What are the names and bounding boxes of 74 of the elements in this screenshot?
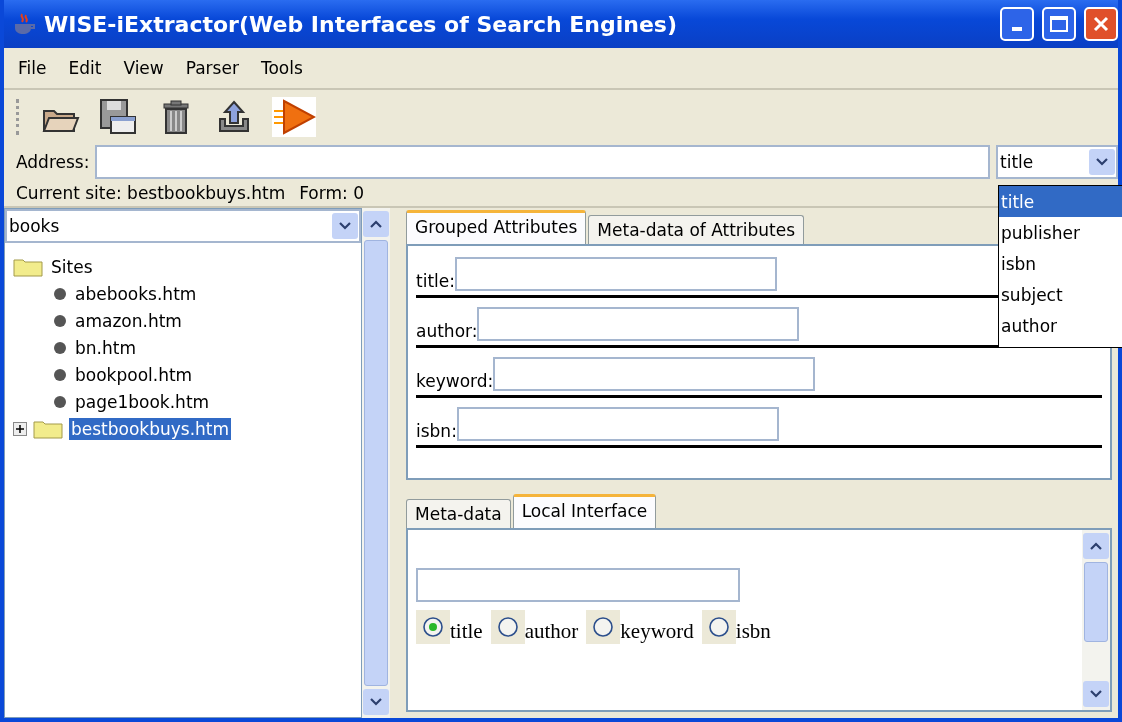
dropdown-option[interactable]: title	[999, 186, 1122, 217]
bullet-icon	[53, 286, 67, 301]
status-text: Current site: bestbookbuys.htm	[16, 183, 286, 203]
window-title: WISE-iExtractor(Web Interfaces of Search Engines)	[44, 11, 677, 37]
address-label: Address:	[16, 152, 90, 172]
menu-item[interactable]: File	[18, 58, 47, 78]
field-label: title:	[416, 271, 455, 291]
tab[interactable]: Meta-data	[406, 499, 511, 528]
input-field[interactable]	[477, 307, 800, 341]
chevron-down-icon	[1090, 690, 1102, 698]
dropdown-option[interactable]: isbn	[999, 248, 1122, 279]
tab[interactable]: Grouped Attributes	[406, 210, 587, 244]
menu-item[interactable]: Parser	[185, 58, 239, 78]
radio-button[interactable]	[496, 616, 519, 638]
radio-label: title	[450, 619, 483, 644]
radio-button[interactable]	[592, 616, 615, 638]
floppy-disk-icon[interactable]	[98, 97, 138, 137]
input-field[interactable]	[493, 357, 816, 391]
menu-item[interactable]: View	[123, 58, 164, 78]
chevron-down-icon	[339, 222, 351, 230]
input-field[interactable]	[416, 568, 740, 602]
scrollbar[interactable]	[1082, 530, 1110, 710]
minimize-button[interactable]	[1000, 7, 1034, 41]
chevron-down-icon	[1096, 158, 1108, 166]
bullet-icon	[53, 313, 67, 328]
tree-item[interactable]: amazon.htm	[73, 309, 184, 332]
scrollbar[interactable]	[362, 208, 390, 718]
radio-button[interactable]	[422, 616, 444, 638]
dropdown-option[interactable]: publisher	[999, 217, 1122, 248]
status-text: Form: 0	[299, 183, 364, 203]
tree-item[interactable]: bestbookbuys.htm	[69, 417, 232, 440]
minimize-icon	[1012, 27, 1022, 31]
field-label: keyword:	[416, 371, 494, 391]
tree-item[interactable]: bn.htm	[73, 336, 138, 359]
attribute-dropdown[interactable]: title	[996, 145, 1118, 179]
tree-item[interactable]: bookpool.htm	[73, 363, 195, 386]
folder-icon	[13, 256, 43, 277]
close-icon	[1092, 15, 1110, 33]
tree-item[interactable]: page1book.htm	[73, 390, 212, 413]
radio-button[interactable]	[707, 616, 730, 638]
tab[interactable]: Local Interface	[512, 494, 657, 528]
folder-icon	[33, 418, 63, 439]
maximize-button[interactable]	[1042, 7, 1076, 41]
chevron-up-icon	[370, 220, 382, 228]
input-field[interactable]	[456, 407, 779, 441]
tree-item[interactable]: abebooks.htm	[73, 282, 199, 305]
scroll-up-button[interactable]	[363, 211, 389, 237]
expand-icon[interactable]	[13, 421, 27, 436]
menu-item[interactable]: Tools	[260, 58, 303, 78]
field-label: author:	[416, 321, 478, 341]
tree-item[interactable]: Sites	[49, 255, 95, 278]
input-field[interactable]	[454, 257, 777, 291]
bullet-icon	[53, 394, 67, 409]
scroll-up-button[interactable]	[1083, 533, 1109, 559]
tab[interactable]: Meta-data of Attributes	[588, 215, 805, 244]
chevron-up-icon	[1090, 542, 1102, 550]
address-field[interactable]	[95, 145, 990, 179]
domain-dropdown[interactable]: books	[5, 209, 361, 243]
dropdown-option[interactable]: author	[999, 310, 1122, 341]
field-label: isbn:	[416, 421, 457, 441]
bullet-icon	[53, 367, 67, 382]
maximize-icon	[1049, 15, 1069, 33]
radio-label: keyword	[620, 619, 694, 644]
close-button[interactable]	[1084, 7, 1118, 41]
radio-label: author	[524, 619, 579, 644]
chevron-down-icon	[370, 698, 382, 706]
radio-label: isbn	[735, 619, 771, 644]
coffee-cup-icon	[12, 12, 36, 36]
play-icon[interactable]	[272, 97, 316, 137]
dropdown-option[interactable]: subject	[999, 279, 1122, 310]
bullet-icon	[53, 340, 67, 355]
menu-item[interactable]: Edit	[68, 58, 102, 78]
scroll-down-button[interactable]	[1083, 681, 1109, 707]
scroll-down-button[interactable]	[363, 689, 389, 715]
